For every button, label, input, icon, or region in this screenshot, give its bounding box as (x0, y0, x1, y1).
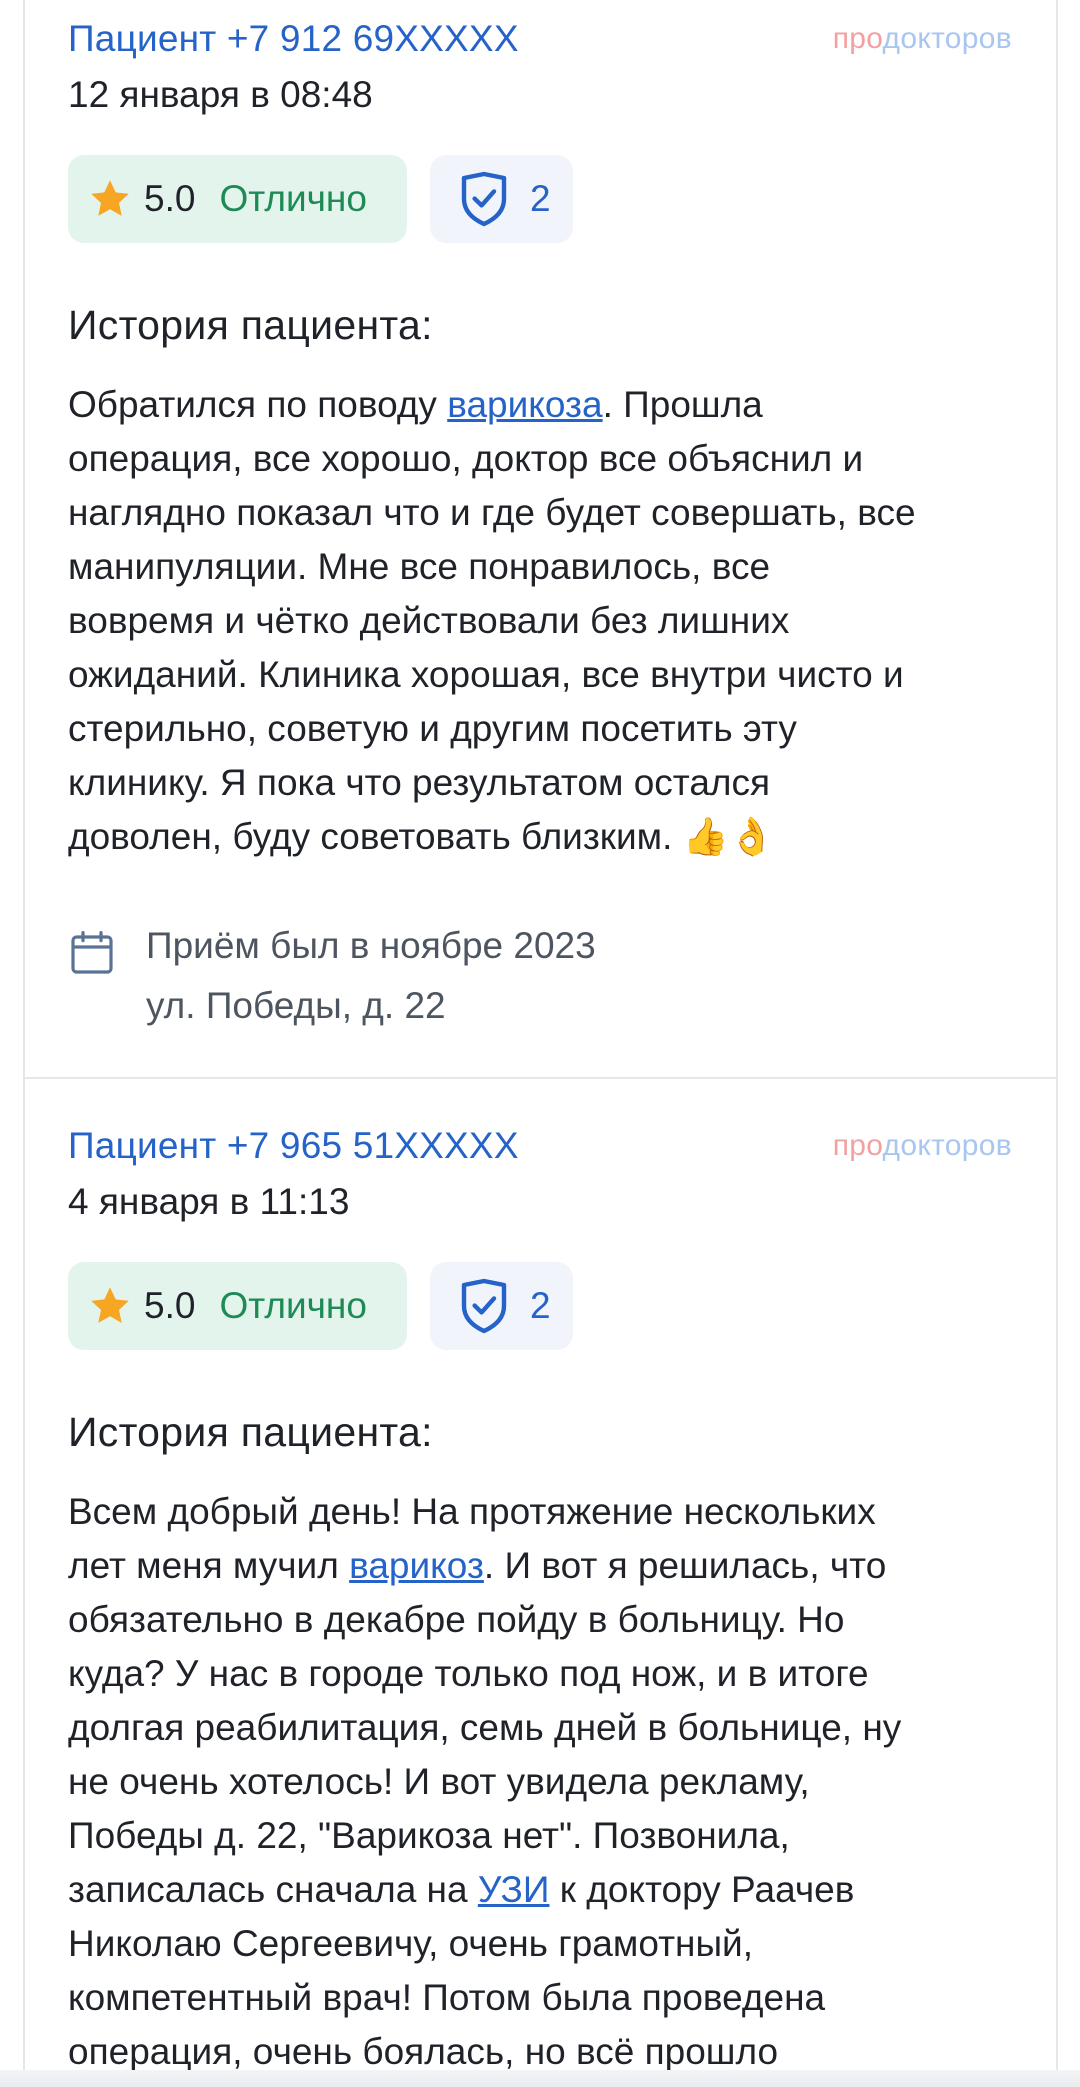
brand-pro: про (832, 1129, 883, 1162)
review-text-line: стерильно, советую и другим посетить эту (68, 708, 797, 749)
review-text-line: манипуляции. Мне все понравилось, все (68, 546, 771, 587)
review-text-line: операция, все хорошо, доктор все объясни… (68, 438, 864, 479)
rating-score: 5.0 (144, 178, 196, 219)
rating-score: 5.0 (144, 1285, 196, 1326)
review-text-line: не очень хотелось! И вот увидела рекламу… (68, 1761, 810, 1802)
star-icon (91, 1287, 129, 1323)
brand-rest: докторов (882, 1129, 1012, 1162)
verify-count: 2 (530, 1285, 551, 1326)
review-text-line: долгая реабилитация, семь дней в больниц… (68, 1707, 902, 1748)
condition-link-varikoz[interactable]: варикоза (447, 384, 602, 425)
review-text-line: куда? У нас в городе только под нож, и в… (68, 1653, 869, 1694)
review-card: Пациент +7 965 51XXXXX продокторов 4 янв… (0, 1079, 1080, 2087)
review-text-line: клинику. Я пока что результатом остался (68, 762, 771, 803)
review-text-line: Победы д. 22, "Варикоза нет". Позвонила, (68, 1815, 790, 1856)
review-text-line: доволен, буду советовать близким. 👍👌 (68, 816, 775, 857)
bottom-edge-shadow (0, 2070, 1080, 2087)
review-author-link[interactable]: Пациент +7 912 69XXXXX (68, 18, 519, 60)
shield-check-icon (461, 1278, 507, 1334)
review-text-line: компетентный врач! Потом была проведена (68, 1977, 826, 2018)
condition-link-varikoz[interactable]: варикоз (349, 1545, 484, 1586)
star-icon (91, 180, 129, 216)
rating-badge: 5.0 Отлично (68, 1262, 407, 1350)
review-text: Всем добрый день! На протяжение нескольк… (68, 1485, 1028, 2079)
prodoctorov-logo: продокторов (833, 22, 1012, 56)
review-text-line: обязательно в декабре пойду в больницу. … (68, 1599, 845, 1640)
visit-address: ул. Победы, д. 22 (146, 985, 446, 1026)
review-text-line: наглядно показал что и где будет соверша… (68, 492, 916, 533)
calendar-icon (71, 930, 113, 974)
review-text-line: Николаю Сергеевичу, очень грамотный, (68, 1923, 754, 1964)
verified-badge[interactable]: 2 (430, 1262, 573, 1350)
verified-badge[interactable]: 2 (430, 155, 573, 243)
review-date: 4 января в 11:13 (68, 1181, 350, 1222)
brand-pro: про (832, 22, 883, 55)
visit-date: Приём был в ноябре 2023 (146, 925, 596, 966)
review-text: Обратился по поводу варикоза. Прошла опе… (68, 378, 1028, 864)
rating-label: Отлично (219, 178, 367, 219)
review-text-line: лет меня мучил варикоз. И вот я решилась… (68, 1545, 887, 1586)
review-text-line: Всем добрый день! На протяжение нескольк… (68, 1491, 876, 1532)
review-text-line: вовремя и чётко действовали без лишних (68, 600, 790, 641)
brand-rest: докторов (882, 22, 1012, 55)
patient-story-heading: История пациента: (68, 302, 433, 348)
review-date: 12 января в 08:48 (68, 74, 373, 115)
rating-badge: 5.0 Отлично (68, 155, 407, 243)
review-author-link[interactable]: Пациент +7 965 51XXXXX (68, 1125, 519, 1167)
service-link-uzi[interactable]: УЗИ (478, 1869, 550, 1910)
patient-story-heading: История пациента: (68, 1409, 433, 1455)
review-text-line: ожиданий. Клиника хорошая, все внутри чи… (68, 654, 904, 695)
review-text-line: Обратился по поводу варикоза. Прошла (68, 384, 763, 425)
shield-check-icon (461, 171, 507, 227)
verify-count: 2 (530, 178, 551, 219)
prodoctorov-logo: продокторов (833, 1129, 1012, 1163)
review-text-line: записалась сначала на УЗИ к доктору Раач… (68, 1869, 855, 1910)
rating-label: Отлично (219, 1285, 367, 1326)
page: Пациент +7 912 69XXXXX продокторов 12 ян… (0, 0, 1080, 2087)
review-card: Пациент +7 912 69XXXXX продокторов 12 ян… (0, 0, 1080, 1077)
